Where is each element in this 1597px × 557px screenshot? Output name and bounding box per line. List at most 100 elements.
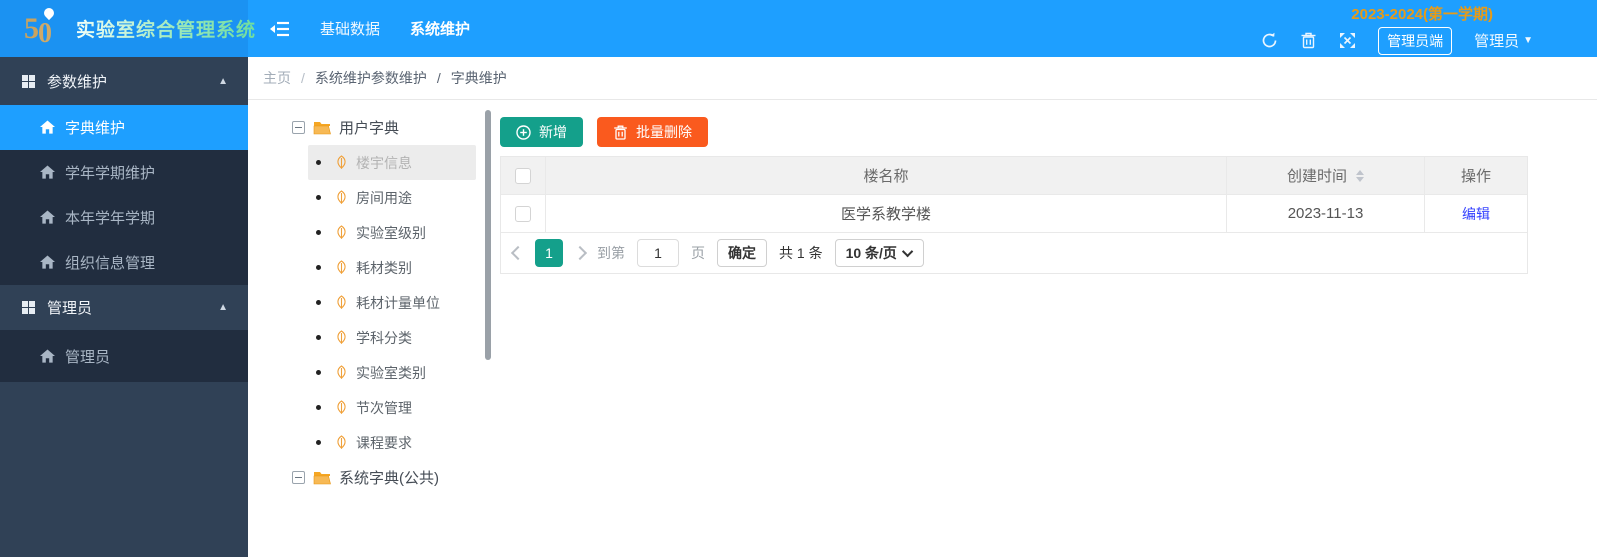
bullet-icon	[316, 370, 321, 375]
cell-created-time: 2023-11-13	[1227, 195, 1425, 233]
sidebar-item-dictionary-maintenance[interactable]: 字典维护	[0, 105, 248, 150]
content-area: 主页 / 系统维护参数维护 / 字典维护 用户字典	[248, 57, 1597, 557]
grid-icon	[22, 75, 35, 88]
chevron-up-icon: ▲	[218, 76, 228, 87]
home-icon	[40, 165, 55, 180]
bullet-icon	[316, 230, 321, 235]
leaf-icon	[335, 400, 348, 415]
confirm-button[interactable]: 确定	[717, 239, 767, 267]
semester-label: 2023-2024(第一学期)	[1351, 3, 1533, 24]
batch-delete-button-label: 批量删除	[636, 122, 692, 142]
tree-leaf-lab-category[interactable]: 实验室类别	[308, 355, 476, 390]
topbar: 50 实验室综合管理系统 基础数据 系统维护 2023-2024(第一学期)	[0, 0, 1597, 57]
bullet-icon	[316, 335, 321, 340]
breadcrumb-separator: /	[437, 70, 441, 86]
tree-leaf-period-management[interactable]: 节次管理	[308, 390, 476, 425]
tree-leaf-political-status[interactable]: 政治面貌	[308, 495, 476, 505]
submenu-parameter-maintenance: 字典维护 学年学期维护 本年学年学期 组织信息管理	[0, 105, 248, 285]
tree-leaf-building-info[interactable]: 楼宇信息	[308, 145, 476, 180]
total-count-label: 共 1 条	[779, 243, 823, 263]
home-icon	[40, 349, 55, 364]
home-icon	[40, 255, 55, 270]
user-name: 管理员	[1474, 30, 1519, 51]
app-title: 实验室综合管理系统	[76, 15, 256, 42]
tree-leaf-course-requirement[interactable]: 课程要求	[308, 425, 476, 460]
user-menu[interactable]: 管理员 ▼	[1474, 30, 1533, 51]
page-size-select[interactable]: 10 条/页	[835, 239, 924, 267]
nav-item-basic-data[interactable]: 基础数据	[320, 18, 380, 39]
tree-leaf-subject-category[interactable]: 学科分类	[308, 320, 476, 355]
tree-leaf-consumable-category[interactable]: 耗材类别	[308, 250, 476, 285]
sidebar-item-label: 字典维护	[65, 117, 125, 138]
tree-leaf-room-usage[interactable]: 房间用途	[308, 180, 476, 215]
tree-leaf-lab-level[interactable]: 实验室级别	[308, 215, 476, 250]
collapse-minus-icon[interactable]	[292, 471, 305, 484]
tree-node-label: 节次管理	[356, 398, 412, 418]
tree-leaf-consumable-unit[interactable]: 耗材计量单位	[308, 285, 476, 320]
sidebar-item-organization-info[interactable]: 组织信息管理	[0, 240, 248, 285]
tree-scrollbar[interactable]	[485, 110, 491, 360]
dictionary-tree: 用户字典 楼宇信息 房间用途	[248, 100, 500, 505]
bullet-icon	[316, 300, 321, 305]
cell-building-name: 医学系教学楼	[546, 195, 1227, 233]
sidebar-item-administrator[interactable]: 管理员	[0, 330, 248, 382]
nav-item-system-maintenance[interactable]: 系统维护	[410, 18, 470, 39]
header-checkbox-cell	[501, 157, 546, 195]
table-header-row: 楼名称 创建时间 操作	[501, 157, 1527, 195]
page-number-button[interactable]: 1	[535, 239, 563, 267]
sidebar-section-administrator[interactable]: 管理员 ▲	[0, 285, 248, 330]
breadcrumb-parent[interactable]: 系统维护参数维护	[315, 68, 427, 88]
sidebar-item-current-year-term[interactable]: 本年学年学期	[0, 195, 248, 240]
sidebar-section-parameter-maintenance[interactable]: 参数维护 ▲	[0, 57, 248, 105]
tree-node-label: 耗材类别	[356, 258, 412, 278]
submenu-administrator: 管理员	[0, 330, 248, 382]
topbar-actions: 管理员端 管理员 ▼	[1261, 27, 1533, 55]
tree-folder-system-dictionary[interactable]: 系统字典(公共)	[292, 460, 500, 495]
add-button-label: 新增	[539, 122, 567, 142]
breadcrumb-home[interactable]: 主页	[263, 68, 291, 88]
trash-icon	[613, 125, 628, 140]
sidebar-item-academic-year-term[interactable]: 学年学期维护	[0, 150, 248, 195]
tree-node-label: 学科分类	[356, 328, 412, 348]
pagination: 1 到第 页 确定 共 1 条 10 条/页	[501, 233, 1527, 273]
next-page-icon[interactable]	[573, 246, 587, 260]
dictionary-tree-panel: 用户字典 楼宇信息 房间用途	[248, 100, 500, 557]
add-button[interactable]: 新增	[500, 117, 583, 147]
page-size-value: 10 条/页	[846, 243, 897, 263]
column-header-created-time[interactable]: 创建时间	[1227, 157, 1425, 195]
leaf-icon	[335, 155, 348, 170]
column-header-label: 创建时间	[1287, 165, 1347, 186]
tree-node-label: 房间用途	[356, 188, 412, 208]
row-checkbox[interactable]	[515, 206, 531, 222]
table-row: 医学系教学楼 2023-11-13 编辑	[501, 195, 1527, 233]
chevron-up-icon: ▲	[218, 302, 228, 313]
building-table: 楼名称 创建时间 操作 医学系教学楼 2023-11-13	[500, 156, 1528, 274]
tree-node-label: 系统字典(公共)	[339, 467, 439, 488]
fullscreen-icon[interactable]	[1339, 32, 1356, 49]
sort-icon[interactable]	[1356, 170, 1364, 182]
top-nav: 基础数据 系统维护	[248, 0, 470, 57]
bullet-icon	[316, 440, 321, 445]
select-all-checkbox[interactable]	[515, 168, 531, 184]
previous-page-icon[interactable]	[511, 246, 525, 260]
leaf-icon	[335, 190, 348, 205]
batch-delete-button[interactable]: 批量删除	[597, 117, 708, 147]
app-logo-icon: 50	[24, 10, 64, 48]
goto-suffix-label: 页	[691, 243, 705, 263]
folder-open-icon	[313, 120, 331, 135]
tree-folder-user-dictionary[interactable]: 用户字典	[292, 110, 500, 145]
refresh-icon[interactable]	[1261, 32, 1278, 49]
tree-node-label: 课程要求	[356, 433, 412, 453]
sidebar-collapse-icon[interactable]	[270, 21, 290, 37]
collapse-minus-icon[interactable]	[292, 121, 305, 134]
trash-icon[interactable]	[1300, 32, 1317, 49]
sidebar-item-label: 组织信息管理	[65, 252, 155, 273]
section-label: 参数维护	[47, 71, 107, 92]
edit-link[interactable]: 编辑	[1462, 204, 1490, 224]
leaf-icon	[335, 295, 348, 310]
column-header-actions: 操作	[1425, 157, 1527, 195]
topbar-right: 2023-2024(第一学期)	[1261, 0, 1597, 57]
page-jump-input[interactable]	[637, 239, 679, 267]
portal-badge[interactable]: 管理员端	[1378, 27, 1452, 55]
column-header-building-name: 楼名称	[546, 157, 1227, 195]
